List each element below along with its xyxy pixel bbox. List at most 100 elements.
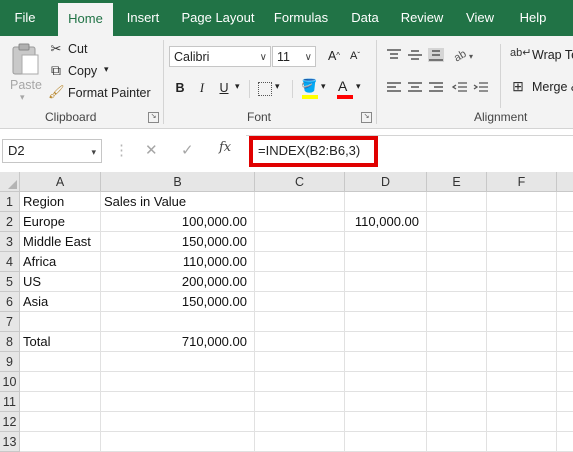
- orientation-icon[interactable]: ab ▾: [452, 46, 478, 62]
- cell-f5[interactable]: [487, 272, 557, 292]
- cell-a11[interactable]: [20, 392, 101, 412]
- cell-f11[interactable]: [487, 392, 557, 412]
- cell-d9[interactable]: [345, 352, 427, 372]
- cell-f2[interactable]: [487, 212, 557, 232]
- cell-e8[interactable]: [427, 332, 487, 352]
- cell-c13[interactable]: [255, 432, 345, 452]
- copy-button[interactable]: ⧉ Copy ▾: [48, 62, 118, 82]
- cell-b2[interactable]: 100,000.00: [101, 212, 255, 232]
- cell-g1[interactable]: [557, 192, 573, 212]
- cell-f10[interactable]: [487, 372, 557, 392]
- cell-d7[interactable]: [345, 312, 427, 332]
- row-header[interactable]: 2: [0, 212, 20, 232]
- cell-d5[interactable]: [345, 272, 427, 292]
- align-center-icon[interactable]: [407, 81, 423, 95]
- cell-b3[interactable]: 150,000.00: [101, 232, 255, 252]
- column-header-f[interactable]: F: [487, 172, 557, 192]
- column-header-b[interactable]: B: [101, 172, 255, 192]
- cell-c1[interactable]: [255, 192, 345, 212]
- cell-d6[interactable]: [345, 292, 427, 312]
- cell-b11[interactable]: [101, 392, 255, 412]
- cell-c8[interactable]: [255, 332, 345, 352]
- cell-a2[interactable]: Europe: [20, 212, 101, 232]
- cell-e6[interactable]: [427, 292, 487, 312]
- cell-b13[interactable]: [101, 432, 255, 452]
- row-header[interactable]: 1: [0, 192, 20, 212]
- cell-d12[interactable]: [345, 412, 427, 432]
- row-header[interactable]: 7: [0, 312, 20, 332]
- paste-button[interactable]: Paste ▾: [6, 40, 44, 106]
- select-all-corner[interactable]: [0, 172, 20, 192]
- cell-d2[interactable]: 110,000.00: [345, 212, 427, 232]
- align-middle-icon[interactable]: [407, 48, 423, 62]
- tab-view[interactable]: View: [460, 0, 500, 36]
- cell-c3[interactable]: [255, 232, 345, 252]
- cell-b6[interactable]: 150,000.00: [101, 292, 255, 312]
- cell-d10[interactable]: [345, 372, 427, 392]
- row-header[interactable]: 12: [0, 412, 20, 432]
- cell-g13[interactable]: [557, 432, 573, 452]
- cell-e11[interactable]: [427, 392, 487, 412]
- column-header-e[interactable]: E: [427, 172, 487, 192]
- cell-b12[interactable]: [101, 412, 255, 432]
- cell-d4[interactable]: [345, 252, 427, 272]
- align-bottom-icon[interactable]: [428, 48, 444, 62]
- row-header[interactable]: 5: [0, 272, 20, 292]
- column-header-d[interactable]: D: [345, 172, 427, 192]
- cell-e4[interactable]: [427, 252, 487, 272]
- tab-file[interactable]: File: [8, 0, 42, 36]
- column-header-c[interactable]: C: [255, 172, 345, 192]
- cell-e9[interactable]: [427, 352, 487, 372]
- cell-f7[interactable]: [487, 312, 557, 332]
- align-top-icon[interactable]: [386, 48, 402, 62]
- cell-b1[interactable]: Sales in Value: [101, 192, 255, 212]
- cell-b5[interactable]: 200,000.00: [101, 272, 255, 292]
- cell-b9[interactable]: [101, 352, 255, 372]
- cell-b8[interactable]: 710,000.00: [101, 332, 255, 352]
- cell-a10[interactable]: [20, 372, 101, 392]
- font-color-button[interactable]: A ▾: [336, 78, 366, 100]
- cell-c2[interactable]: [255, 212, 345, 232]
- cell-e5[interactable]: [427, 272, 487, 292]
- align-left-icon[interactable]: [386, 81, 402, 95]
- cell-f12[interactable]: [487, 412, 557, 432]
- cell-a6[interactable]: Asia: [20, 292, 101, 312]
- cancel-icon[interactable]: ✕: [145, 141, 158, 159]
- increase-indent-icon[interactable]: [473, 81, 489, 95]
- cell-c5[interactable]: [255, 272, 345, 292]
- cell-c12[interactable]: [255, 412, 345, 432]
- tab-formulas[interactable]: Formulas: [270, 0, 332, 36]
- cell-g11[interactable]: [557, 392, 573, 412]
- cell-a5[interactable]: US: [20, 272, 101, 292]
- merge-center-button[interactable]: ⊞ Merge &: [510, 78, 573, 98]
- cell-f3[interactable]: [487, 232, 557, 252]
- cell-f9[interactable]: [487, 352, 557, 372]
- cell-e2[interactable]: [427, 212, 487, 232]
- cell-c4[interactable]: [255, 252, 345, 272]
- row-header[interactable]: 11: [0, 392, 20, 412]
- cell-e10[interactable]: [427, 372, 487, 392]
- tab-data[interactable]: Data: [347, 0, 383, 36]
- row-header[interactable]: 8: [0, 332, 20, 352]
- row-header[interactable]: 10: [0, 372, 20, 392]
- row-header[interactable]: 4: [0, 252, 20, 272]
- cell-g4[interactable]: [557, 252, 573, 272]
- tab-home[interactable]: Home: [58, 3, 113, 36]
- cell-g10[interactable]: [557, 372, 573, 392]
- cell-f13[interactable]: [487, 432, 557, 452]
- clipboard-launcher-icon[interactable]: ↘: [148, 112, 159, 123]
- row-header[interactable]: 13: [0, 432, 20, 452]
- cell-b10[interactable]: [101, 372, 255, 392]
- enter-check-icon[interactable]: ✓: [181, 141, 194, 159]
- cell-e13[interactable]: [427, 432, 487, 452]
- wrap-text-button[interactable]: ab↵ Wrap Te: [510, 46, 573, 66]
- cell-f4[interactable]: [487, 252, 557, 272]
- cell-g7[interactable]: [557, 312, 573, 332]
- bold-button[interactable]: B: [171, 79, 189, 97]
- cell-a1[interactable]: Region: [20, 192, 101, 212]
- cell-c7[interactable]: [255, 312, 345, 332]
- row-header[interactable]: 6: [0, 292, 20, 312]
- cell-e7[interactable]: [427, 312, 487, 332]
- cell-c10[interactable]: [255, 372, 345, 392]
- cell-d11[interactable]: [345, 392, 427, 412]
